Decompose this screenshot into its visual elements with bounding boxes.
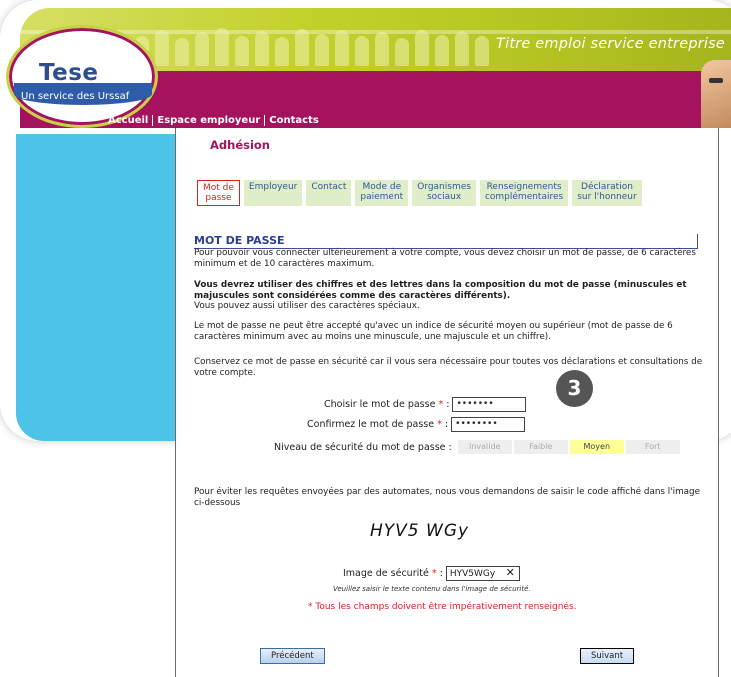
- captcha-hint: Veuillez saisir le texte contenu dans l'…: [333, 585, 531, 593]
- step-number-badge: 3: [556, 370, 593, 407]
- next-button[interactable]: Suivant: [580, 648, 635, 664]
- tab-label: passe: [205, 193, 232, 203]
- captcha-input-value: HYV5WGy: [449, 568, 496, 579]
- confirm-password-row: Confirmez le mot de passe * : ••••••••: [307, 417, 526, 432]
- people-silhouettes-illustration: [135, 26, 505, 66]
- tab-renseignements[interactable]: Renseignements complémentaires: [479, 180, 569, 206]
- previous-button[interactable]: Précédent: [260, 648, 325, 664]
- security-level-label: Niveau de sécurité du mot de passe :: [274, 441, 452, 453]
- step-tabs: Mot de passe Employeur Contact Mode de p…: [197, 180, 642, 206]
- security-paragraph: Le mot de passe ne peut être accepté qu'…: [194, 321, 673, 342]
- level-invalide: Invalide: [457, 440, 512, 454]
- tab-label: Renseignements: [486, 182, 562, 192]
- colon: :: [446, 399, 450, 410]
- person-photo: [701, 60, 731, 128]
- tab-label: Mot de: [203, 183, 234, 193]
- tab-label: Contact: [311, 182, 347, 192]
- level-faible: Faible: [513, 440, 568, 454]
- captcha-input[interactable]: HYV5WGy ✕: [445, 566, 520, 581]
- choose-password-input[interactable]: •••••••: [452, 397, 527, 412]
- sidebar-gap: [16, 128, 175, 134]
- choose-password-label: Choisir le mot de passe: [324, 399, 436, 410]
- security-meter: Invalide Faible Moyen Fort: [457, 440, 682, 454]
- required-mark: *: [437, 419, 442, 430]
- level-moyen: Moyen: [569, 440, 624, 454]
- rules-text: Vous pouvez aussi utiliser des caractère…: [194, 301, 420, 311]
- nav-accueil[interactable]: Accueil: [104, 115, 154, 126]
- tab-label: Déclaration: [581, 182, 633, 192]
- captcha-image: HYV5 WGy: [370, 521, 470, 541]
- intro-paragraph: Pour pouvoir vous connecter ultérieureme…: [194, 248, 696, 269]
- page-title: Adhésion: [210, 138, 270, 152]
- captcha-label: Image de sécurité: [343, 568, 429, 579]
- top-nav: Accueil Espace employeur Contacts: [104, 113, 323, 128]
- confirm-password-input[interactable]: ••••••••: [451, 417, 526, 432]
- confirm-password-label: Confirmez le mot de passe: [307, 419, 435, 430]
- main-content: Adhésion Mot de passe Employeur Contact …: [175, 128, 719, 677]
- nav-contacts[interactable]: Contacts: [265, 115, 323, 126]
- required-mark: *: [438, 399, 444, 410]
- tab-mot-de-passe[interactable]: Mot de passe: [197, 180, 240, 206]
- tab-label: complémentaires: [484, 192, 564, 202]
- level-fort: Fort: [625, 440, 680, 454]
- nav-espace-employeur[interactable]: Espace employeur: [153, 115, 266, 126]
- site-tagline: Titre emploi service entreprise: [496, 36, 725, 52]
- tab-label: sociaux: [426, 192, 462, 202]
- tab-label: Mode de: [362, 182, 402, 192]
- all-fields-required-note: * Tous les champs doivent être impérativ…: [308, 602, 577, 612]
- choose-password-row: Choisir le mot de passe * : •••••••: [324, 397, 527, 412]
- captcha-row: Image de sécurité * : HYV5WGy ✕: [343, 566, 520, 581]
- rules-bold-text: Vous devrez utiliser des chiffres et des…: [194, 280, 687, 301]
- tab-employeur[interactable]: Employeur: [243, 180, 303, 206]
- tab-mode-de-paiement[interactable]: Mode de paiement: [355, 180, 409, 206]
- tab-contact[interactable]: Contact: [306, 180, 352, 206]
- tab-organismes-sociaux[interactable]: Organismes sociaux: [412, 180, 476, 206]
- colon: :: [444, 419, 449, 430]
- logo-subtitle: Un service des Urssaf: [21, 91, 130, 102]
- tab-label: Employeur: [248, 182, 298, 192]
- left-sidebar: [16, 128, 175, 441]
- colon: :: [439, 568, 443, 579]
- rules-paragraph: Vous devrez utiliser des chiffres et des…: [194, 280, 706, 312]
- tab-label: Organismes: [417, 182, 471, 192]
- required-mark: *: [431, 568, 437, 579]
- captcha-intro: Pour éviter les requêtes envoyées par de…: [194, 487, 701, 508]
- section-heading: MOT DE PASSE: [194, 234, 698, 249]
- clear-icon[interactable]: ✕: [506, 566, 515, 579]
- tab-declaration[interactable]: Déclaration sur l'honneur: [572, 180, 642, 206]
- keep-safe-paragraph: Conservez ce mot de passe en sécurité ca…: [194, 357, 703, 378]
- tab-label: paiement: [360, 192, 404, 202]
- security-level-row: Niveau de sécurité du mot de passe : Inv…: [274, 440, 682, 454]
- tab-label: sur l'honneur: [577, 192, 637, 202]
- page: Titre emploi service entreprise Tese Un …: [0, 0, 731, 677]
